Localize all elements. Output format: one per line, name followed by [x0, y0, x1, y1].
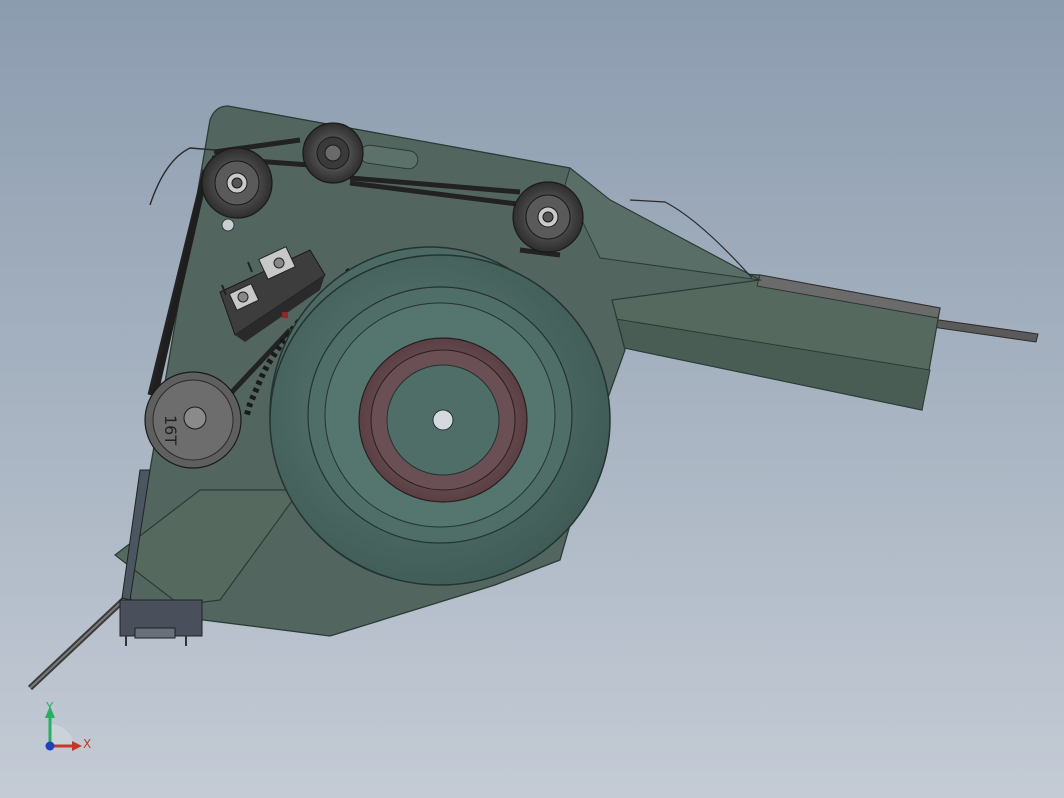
feed-rod-right: [924, 317, 1039, 343]
y-axis-label: Y: [45, 700, 54, 714]
cad-viewport[interactable]: 16T X Y: [0, 0, 1064, 798]
roller-top-right: [512, 181, 584, 253]
roller-top-middle: [302, 122, 364, 184]
z-axis-dot: [45, 741, 55, 751]
roller-top-left: [201, 147, 273, 219]
roller-engraving: 16T: [161, 415, 180, 445]
coordinate-triad: X Y: [45, 700, 91, 751]
roller-drive-16t: 16T: [144, 371, 242, 469]
x-axis-label: X: [83, 737, 91, 751]
